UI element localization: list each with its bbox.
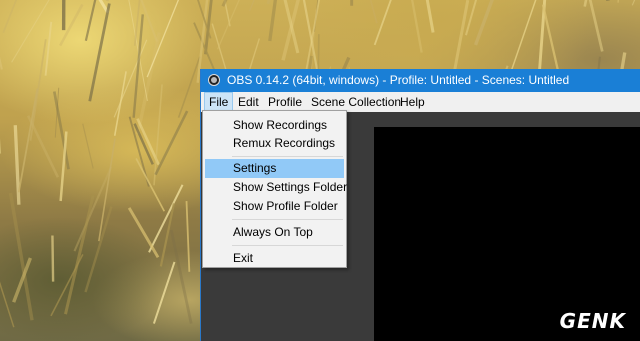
obs-logo-icon [208, 74, 220, 86]
window-title: OBS 0.14.2 (64bit, windows) - Profile: U… [227, 73, 570, 87]
menu-item-exit[interactable]: Exit [205, 249, 344, 268]
menu-item-settings[interactable]: Settings [205, 159, 344, 178]
menu-separator [232, 245, 343, 246]
title-bar[interactable]: OBS 0.14.2 (64bit, windows) - Profile: U… [201, 69, 640, 92]
file-menu-dropdown: Show Recordings Remux Recordings Setting… [202, 110, 347, 268]
desktop: OBS 0.14.2 (64bit, windows) - Profile: U… [0, 0, 640, 341]
menu-profile[interactable]: Profile [264, 92, 306, 112]
menu-item-show-profile-folder[interactable]: Show Profile Folder [205, 197, 344, 216]
menu-separator [232, 219, 343, 220]
menu-file[interactable]: File [204, 92, 234, 112]
menu-scene-collection[interactable]: Scene Collection [307, 92, 405, 112]
menu-bar: File Edit Profile Scene Collection Help [201, 92, 640, 112]
genk-watermark: GENK [559, 309, 626, 333]
menu-item-show-recordings[interactable]: Show Recordings [205, 116, 344, 135]
menu-separator [232, 156, 343, 157]
menu-item-remux-recordings[interactable]: Remux Recordings [205, 134, 344, 153]
menu-item-show-settings-folder[interactable]: Show Settings Folder [205, 178, 347, 197]
menu-help[interactable]: Help [396, 92, 429, 112]
menu-edit[interactable]: Edit [234, 92, 263, 112]
menu-item-always-on-top[interactable]: Always On Top [205, 223, 344, 242]
